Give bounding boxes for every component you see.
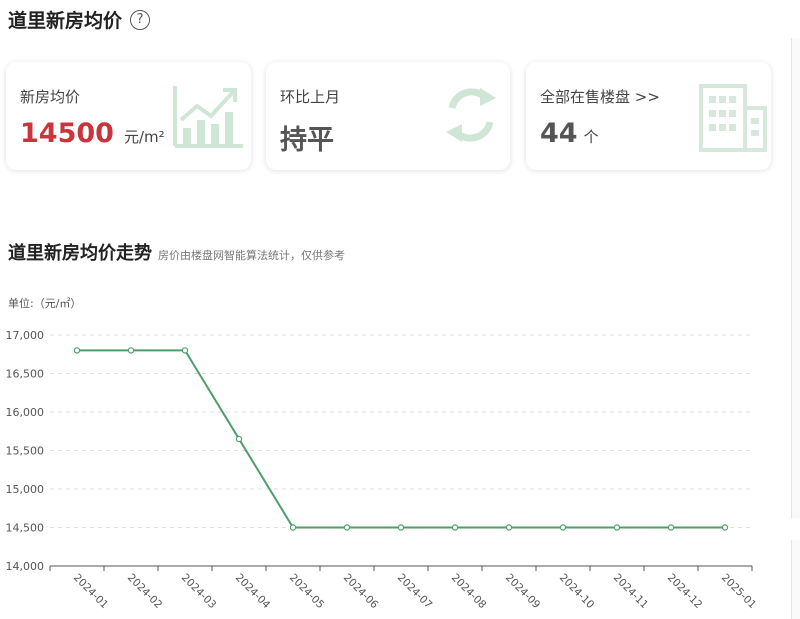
price-data-point xyxy=(127,347,135,354)
avg-price-value: 14500 xyxy=(20,118,114,149)
price-data-point xyxy=(289,524,297,531)
trend-section-title: 道里新房均价走势 房价由楼盘网智能算法统计，仅供参考 xyxy=(8,239,345,265)
refresh-arrows-icon xyxy=(440,84,502,150)
right-sidebar-edge-lower xyxy=(791,540,800,619)
price-data-point xyxy=(343,524,351,531)
mom-change-card: 环比上月 持平 xyxy=(266,62,510,170)
x-tick-label: 2024-12 xyxy=(665,572,705,612)
price-data-point xyxy=(721,524,729,531)
price-data-point xyxy=(235,435,243,443)
price-data-point xyxy=(397,524,405,531)
price-data-point xyxy=(73,347,81,354)
mom-change-value: 持平 xyxy=(280,125,334,156)
x-tick-label: 2024-04 xyxy=(233,572,273,612)
x-tick-label: 2024-05 xyxy=(287,572,327,612)
projects-on-sale-count: 44 xyxy=(540,118,578,149)
trend-up-chart-icon xyxy=(171,76,245,154)
x-tick-label: 2024-11 xyxy=(611,572,651,612)
x-tick-label: 2024-02 xyxy=(125,572,165,612)
price-data-point xyxy=(667,524,675,531)
y-tick-label: 14,000 xyxy=(6,560,45,573)
x-tick-label: 2024-10 xyxy=(557,572,597,612)
projects-on-sale-link[interactable]: 全部在售楼盘 >> xyxy=(540,86,660,107)
projects-on-sale-card[interactable]: 全部在售楼盘 >> 44 个 xyxy=(526,62,771,170)
page-title-text: 道里新房均价 xyxy=(8,10,123,32)
avg-price-unit: 元/m² xyxy=(123,128,165,146)
x-tick-label: 2024-07 xyxy=(395,572,435,612)
x-tick-label: 2024-01 xyxy=(71,572,111,612)
right-sidebar-edge xyxy=(791,38,800,518)
price-data-point xyxy=(559,524,567,531)
x-tick-label: 2024-09 xyxy=(503,572,543,612)
y-tick-label: 17,000 xyxy=(6,329,45,342)
y-tick-label: 15,500 xyxy=(6,445,45,458)
projects-on-sale-unit: 个 xyxy=(583,128,599,146)
price-data-point xyxy=(181,347,189,354)
avg-price-card: 新房均价 14500 元/m² xyxy=(6,62,251,170)
building-icon xyxy=(697,82,769,156)
price-data-point xyxy=(613,524,621,531)
y-tick-label: 16,000 xyxy=(6,406,45,419)
mom-change-label: 环比上月 xyxy=(280,88,341,106)
x-tick-label: 2024-06 xyxy=(341,572,381,612)
price-data-point xyxy=(451,524,459,531)
price-trend-chart: 14,000 14,500 15,000 15,500 16,000 16,500 17,0… xyxy=(6,329,759,612)
y-tick-label: 16,500 xyxy=(6,368,45,381)
x-tick-label: 2025-01 xyxy=(719,572,759,612)
x-tick-label: 2024-03 xyxy=(179,572,219,612)
page-title: 道里新房均价 ? xyxy=(8,6,151,33)
trend-note: 房价由楼盘网智能算法统计，仅供参考 xyxy=(158,249,345,262)
x-tick-label: 2024-08 xyxy=(449,572,489,612)
y-tick-label: 15,000 xyxy=(6,483,45,496)
projects-on-sale-value-row: 44 个 xyxy=(540,118,599,149)
trend-title-text: 道里新房均价走势 xyxy=(8,243,152,264)
y-tick-label: 14,500 xyxy=(6,522,45,535)
question-circle-icon[interactable]: ? xyxy=(130,9,151,30)
chart-unit-label: 单位:（元/㎡） xyxy=(8,297,82,310)
avg-price-label: 新房均价 xyxy=(20,88,81,106)
price-series-line xyxy=(77,349,725,529)
price-data-point xyxy=(505,524,513,531)
avg-price-value-row: 14500 元/m² xyxy=(20,118,165,149)
